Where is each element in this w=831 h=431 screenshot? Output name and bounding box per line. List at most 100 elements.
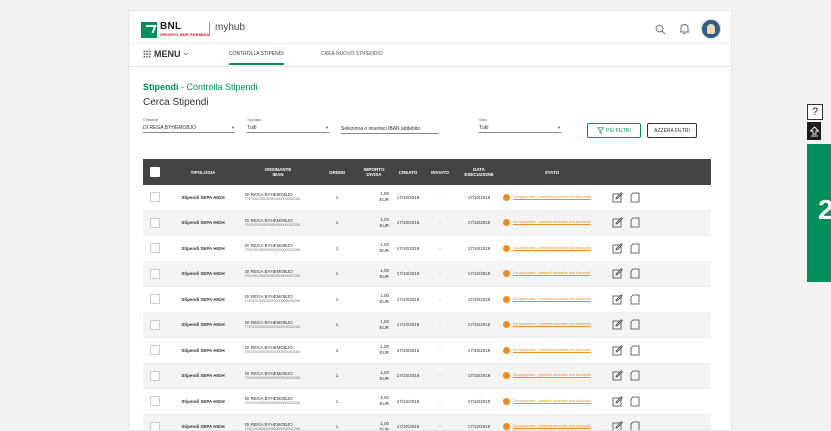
cell-data-esecuzione: 17/10/2019 — [455, 399, 503, 404]
copy-icon[interactable] — [629, 268, 640, 279]
upload-icon[interactable] — [807, 122, 821, 140]
cell-stato: Da approvare - presenti anomalie non blo… — [503, 219, 601, 226]
menu-label: MENU — [154, 49, 181, 59]
cell-data-esecuzione: 17/10/2019 — [455, 195, 503, 200]
status-link[interactable]: Da approvare - presenti anomalie non blo… — [513, 271, 590, 276]
status-link[interactable]: Da approvare - presenti anomalie non blo… — [513, 322, 590, 327]
row-checkbox[interactable] — [150, 422, 160, 431]
more-filters-button[interactable]: PIÙ FILTRI — [587, 123, 641, 138]
col-inviato[interactable]: INVIATO — [425, 170, 455, 175]
side-badge-panel[interactable]: 2 — [807, 144, 831, 282]
copy-icon[interactable] — [629, 370, 640, 381]
cell-data-esecuzione: 17/10/2019 — [455, 322, 503, 327]
importo-currency: EUR — [357, 197, 389, 203]
copy-icon[interactable] — [629, 421, 640, 431]
status-link[interactable]: Da approvare - presenti anomalie non blo… — [513, 424, 590, 429]
reset-filters-button[interactable]: AZZERA FILTRI — [647, 123, 697, 138]
table-row[interactable]: Stipendi SEPA HIGHDI REGA BYHEMOBJOIT92X… — [143, 313, 711, 339]
col-ordini[interactable]: ORDINI — [317, 170, 357, 175]
row-checkbox[interactable] — [150, 371, 160, 381]
breadcrumb-main[interactable]: Stipendi — [143, 82, 179, 92]
select-all-checkbox[interactable] — [150, 167, 160, 177]
row-checkbox[interactable] — [150, 192, 160, 202]
caret-down-icon: ▼ — [231, 125, 235, 130]
col-tipologia[interactable]: TIPOLOGIA — [167, 170, 239, 175]
status-link[interactable]: Da approvare - presenti anomalie non blo… — [513, 348, 590, 353]
bnl-logo-icon[interactable] — [141, 22, 157, 38]
cell-actions — [601, 294, 651, 305]
row-checkbox[interactable] — [150, 396, 160, 406]
table-row[interactable]: Stipendi SEPA HIGHDI REGA BYHEMOBJOIT92X… — [143, 364, 711, 390]
status-link[interactable]: Da approvare - presenti anomalie non blo… — [513, 399, 590, 404]
logo-text[interactable]: BNL — [160, 21, 181, 32]
col-importo[interactable]: IMPORTODIVISA — [357, 167, 391, 177]
cell-actions — [601, 243, 651, 254]
col-stato[interactable]: STATO — [503, 170, 601, 175]
cell-data-esecuzione: 17/10/2019 — [455, 297, 503, 302]
search-icon[interactable] — [653, 22, 667, 36]
edit-icon[interactable] — [612, 396, 623, 407]
filter-icon — [597, 127, 604, 134]
stato-value: Tutti — [479, 125, 489, 131]
table-row[interactable]: Stipendi SEPA HIGHDI REGA BYHEMOBJOIT92X… — [143, 338, 711, 364]
tab-controlla-stipendi[interactable]: CONTROLLA STIPENDI — [229, 51, 284, 65]
edit-icon[interactable] — [612, 421, 623, 431]
table-row[interactable]: Stipendi SEPA HIGHDI REGA BYHEMOBJOIT92X… — [143, 211, 711, 237]
edit-icon[interactable] — [612, 370, 623, 381]
status-link[interactable]: Da approvare - presenti anomalie non blo… — [513, 297, 590, 302]
row-checkbox[interactable] — [150, 345, 160, 355]
row-checkbox[interactable] — [150, 294, 160, 304]
col-data-esecuzione[interactable]: DATAESECUZIONE — [455, 167, 503, 177]
iban-input[interactable]: Seleziona o inserisci IBAN addebito — [341, 123, 439, 134]
col-ordinante[interactable]: ORDINANTEIBAN — [239, 167, 317, 177]
tipologia-select[interactable]: Tipologia Tutti▼ — [247, 118, 329, 133]
table-row[interactable]: Stipendi SEPA HIGHDI REGA BYHEMOBJOIT92X… — [143, 185, 711, 211]
edit-icon[interactable] — [612, 268, 623, 279]
bell-icon[interactable] — [677, 22, 691, 36]
ordinante-iban: IT92X0105920000000000002256 — [245, 401, 317, 406]
copy-icon[interactable] — [629, 396, 640, 407]
edit-icon[interactable] — [612, 319, 623, 330]
table-row[interactable]: Stipendi SEPA HIGHDI REGA BYHEMOBJOIT92X… — [143, 236, 711, 262]
row-checkbox[interactable] — [150, 218, 160, 228]
caret-down-icon: ▼ — [325, 125, 329, 130]
copy-icon[interactable] — [629, 217, 640, 228]
col-creato[interactable]: CREATO — [391, 170, 425, 175]
copy-icon[interactable] — [629, 319, 640, 330]
status-link[interactable]: Da approvare - presenti anomalie non blo… — [513, 195, 590, 200]
table-row[interactable]: Stipendi SEPA HIGHDI REGA BYHEMOBJOIT92X… — [143, 287, 711, 313]
cell-creato: 17/10/2019 — [391, 373, 425, 378]
cell-actions — [601, 319, 651, 330]
status-link[interactable]: Da approvare - presenti anomalie non blo… — [513, 373, 590, 378]
more-filters-label: PIÙ FILTRI — [606, 128, 631, 134]
help-button[interactable]: ? — [807, 104, 823, 120]
copy-icon[interactable] — [629, 345, 640, 356]
row-checkbox[interactable] — [150, 320, 160, 330]
edit-icon[interactable] — [612, 345, 623, 356]
ordinante-iban: IT92X0105920000000000002256 — [245, 197, 317, 202]
edit-icon[interactable] — [612, 294, 623, 305]
col-label: DIVISA — [366, 172, 381, 177]
tipologia-value: Tutti — [247, 125, 257, 131]
copy-icon[interactable] — [629, 192, 640, 203]
row-checkbox[interactable] — [150, 269, 160, 279]
ordinante-select[interactable]: Ordinante DI REGA BYHEMOBJO▼ — [143, 118, 235, 133]
menu-button[interactable]: MENU ⌵ — [143, 49, 188, 59]
table-row[interactable]: Stipendi SEPA HIGHDI REGA BYHEMOBJOIT92X… — [143, 389, 711, 415]
cell-actions — [601, 192, 651, 203]
status-link[interactable]: Da approvare - presenti anomalie non blo… — [513, 220, 590, 225]
table-row[interactable]: Stipendi SEPA HIGHDI REGA BYHEMOBJOIT92X… — [143, 262, 711, 288]
stato-select[interactable]: Stato Tutti▼ — [479, 118, 561, 133]
copy-icon[interactable] — [629, 243, 640, 254]
tab-crea-nuovo-stipendio[interactable]: CREA NUOVO STIPENDIO — [321, 51, 383, 63]
status-link[interactable]: Da approvare - presenti anomalie non blo… — [513, 246, 590, 251]
edit-icon[interactable] — [612, 217, 623, 228]
avatar[interactable] — [701, 19, 721, 39]
copy-icon[interactable] — [629, 294, 640, 305]
breadcrumb: Stipendi - Controlla Stipendi — [143, 82, 258, 92]
row-checkbox[interactable] — [150, 243, 160, 253]
col-label: ESECUZIONE — [464, 172, 493, 177]
cell-ordini: 1 — [317, 399, 357, 404]
edit-icon[interactable] — [612, 243, 623, 254]
edit-icon[interactable] — [612, 192, 623, 203]
